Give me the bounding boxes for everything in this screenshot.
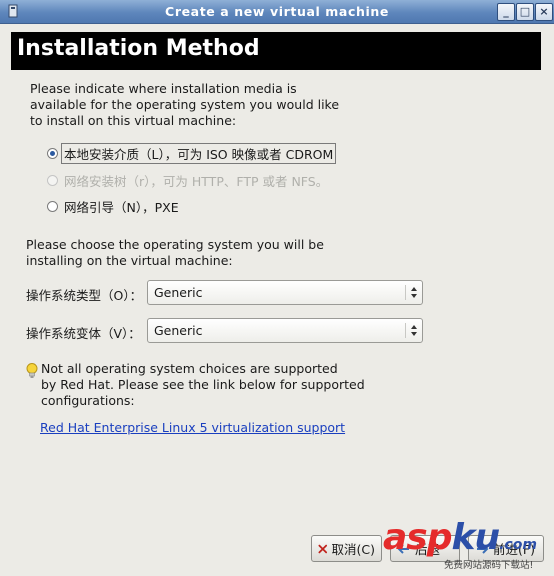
radio-button-disabled — [47, 174, 58, 186]
radio-network-tree: 网络安装树（r），可为 HTTP、FTP 或者 NFS。 — [47, 171, 328, 189]
watermark-domain: .com — [499, 537, 537, 553]
maximize-button[interactable]: □ — [516, 3, 534, 21]
radio-button[interactable] — [47, 200, 58, 212]
radio-local-media[interactable]: 本地安装介质（L），可为 ISO 映像或者 CDROM — [47, 142, 337, 164]
watermark-brand-b: ku — [451, 517, 501, 558]
note-line-3: configurations: — [41, 393, 135, 408]
page-banner: Installation Method — [11, 32, 541, 70]
radio-label-local-media: 本地安装介质（L），可为 ISO 映像或者 CDROM — [61, 142, 337, 164]
combo-separator — [405, 323, 406, 338]
radio-label-network-boot: 网络引导（N），PXE — [64, 199, 179, 215]
close-button[interactable]: × — [535, 3, 553, 21]
radio-button-checked[interactable] — [47, 147, 58, 159]
note-line-1: Not all operating system choices are sup… — [41, 361, 338, 376]
intro-line-3: to install on this virtual machine: — [30, 113, 237, 128]
minimize-button[interactable]: _ — [497, 3, 515, 21]
cancel-icon — [318, 544, 328, 553]
intro-line-2: available for the operating system you w… — [30, 97, 340, 112]
rhel-support-link[interactable]: Red Hat Enterprise Linux 5 virtualizatio… — [40, 420, 345, 435]
maximize-icon: □ — [519, 5, 531, 18]
note-line-2: by Red Hat. Please see the link below fo… — [41, 377, 365, 392]
cancel-label: 取消(C) — [331, 542, 375, 557]
os-prompt-line-2: installing on the virtual machine: — [26, 253, 233, 268]
combo-separator — [405, 285, 406, 300]
window-titlebar[interactable]: Create a new virtual machine _ □ × — [0, 0, 554, 24]
radio-label-network-tree: 网络安装树（r），可为 HTTP、FTP 或者 NFS。 — [64, 173, 329, 189]
os-prompt-line-1: Please choose the operating system you w… — [26, 237, 324, 252]
close-icon: × — [539, 5, 549, 18]
os-variant-value: Generic — [154, 323, 203, 338]
intro-line-1: Please indicate where installation media… — [30, 81, 297, 96]
lightbulb-icon — [26, 363, 38, 378]
watermark-brand-a: asp — [383, 517, 452, 558]
os-type-select[interactable]: Generic — [147, 280, 423, 305]
page-title: Installation Method — [17, 36, 260, 61]
cancel-button[interactable]: 取消(C) — [311, 535, 382, 562]
os-type-label: 操作系统类型（O）： — [26, 288, 143, 303]
os-variant-label: 操作系统变体（V）： — [26, 326, 141, 341]
os-type-value: Generic — [154, 285, 203, 300]
minimize-icon: _ — [503, 5, 509, 18]
radio-network-boot[interactable]: 网络引导（N），PXE — [47, 197, 179, 215]
updown-arrows-icon — [411, 287, 417, 298]
window-title: Create a new virtual machine — [165, 4, 389, 19]
watermark-subtitle: 免费网站源码下载站! — [444, 560, 534, 571]
os-variant-select[interactable]: Generic — [147, 318, 423, 343]
updown-arrows-icon — [411, 325, 417, 336]
